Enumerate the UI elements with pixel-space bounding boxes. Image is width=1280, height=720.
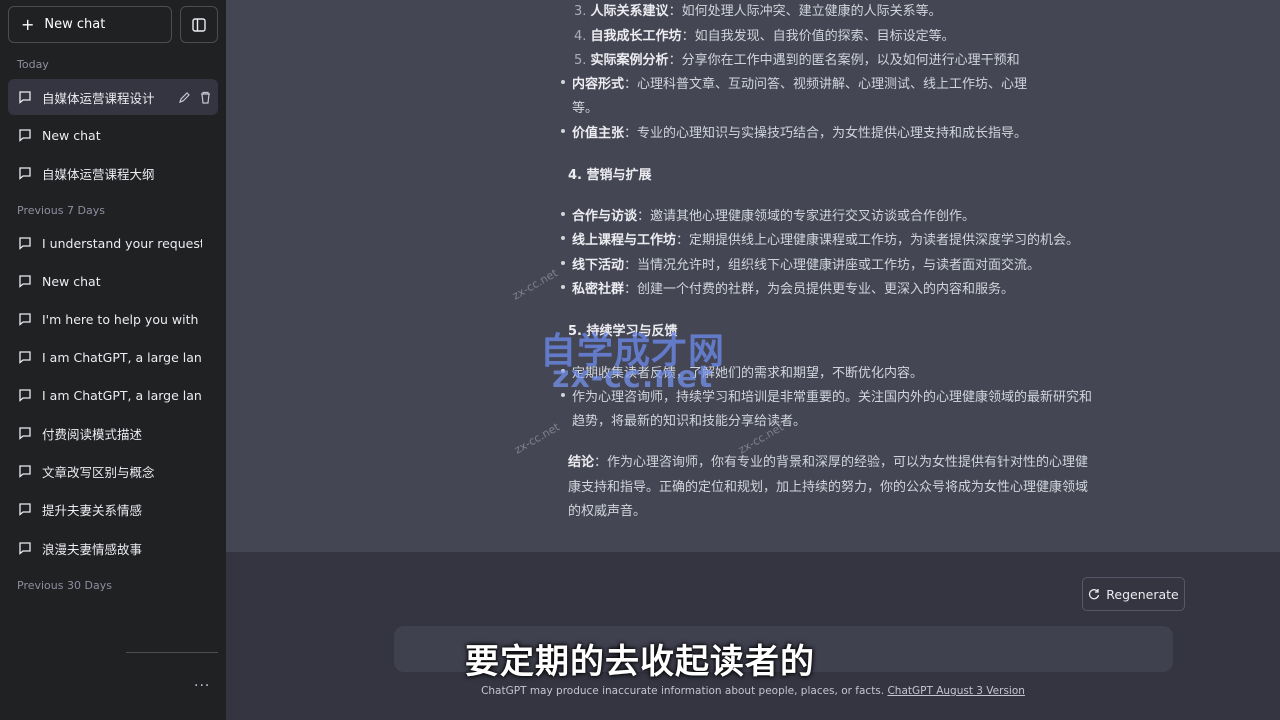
footer-disclaimer: ChatGPT may produce inaccurate informati… — [226, 685, 1280, 697]
chat-bubble-icon — [19, 503, 31, 516]
chat-item-label: 提升夫妻关系情感 — [42, 502, 143, 518]
chat-bubble-icon — [19, 313, 31, 326]
list-item: 5. 实际案例分析：分享你在工作中遇到的匿名案例，以及如何进行心理干预和 — [574, 53, 1020, 68]
regenerate-label: Regenerate — [1106, 586, 1179, 602]
list-item: 4. 自我成长工作坊：如自我发现、自我价值的探索、目标设定等。 — [574, 29, 955, 44]
chat-bubble-icon — [19, 275, 31, 288]
chat-item-label: 文章改写区别与概念 — [42, 464, 155, 480]
chat-item-label: I understand your request. Ple — [42, 235, 202, 251]
chat-item-label: I'm here to help you with your c — [42, 311, 202, 327]
chat-item[interactable]: 浪漫夫妻情感故事 — [8, 530, 218, 566]
chat-item[interactable]: 付费阅读模式描述 — [8, 415, 218, 451]
sidebar: + New chat Today 自媒体运营课程设计 New chat 自媒体运… — [0, 0, 226, 720]
bullet-dot — [561, 129, 565, 133]
chat-item[interactable]: 自媒体运营课程设计 — [8, 79, 218, 115]
edit-icon[interactable] — [178, 91, 191, 104]
assistant-message: 3. 人际关系建议：如何处理人际冲突、建立健康的人际关系等。 4. 自我成长工作… — [226, 0, 1280, 552]
bullet-dot — [561, 80, 565, 84]
conclusion-line: 结论：作为心理咨询师，你有专业的背景和深厚的经验，可以为女性提供有针对性的心理健 — [568, 455, 1089, 470]
conclusion-line: 的权威声音。 — [568, 504, 647, 519]
bullet-dot — [561, 261, 565, 265]
chat-bubble-icon — [19, 389, 31, 402]
chat-item-label: 浪漫夫妻情感故事 — [42, 541, 143, 557]
chat-item-label: I am ChatGPT, a large languag — [42, 387, 202, 403]
chat-item[interactable]: I am ChatGPT, a large languag — [8, 377, 218, 413]
video-subtitle: 要定期的去收起读者的 — [465, 642, 815, 682]
bullet-dot — [561, 212, 565, 216]
toggle-sidebar-button[interactable] — [180, 6, 218, 43]
chat-bubble-icon — [19, 542, 31, 555]
chat-item[interactable]: New chat — [8, 117, 218, 153]
chat-item[interactable]: New chat — [8, 263, 218, 299]
list-item: 私密社群：创建一个付费的社群，为会员提供更专业、更深入的内容和服务。 — [572, 282, 1015, 297]
plus-icon: + — [21, 15, 35, 34]
section-today: Today — [17, 58, 49, 71]
section-heading: 4. 营销与扩展 — [568, 168, 652, 183]
chat-bubble-icon — [19, 465, 31, 478]
chat-item[interactable]: 提升夫妻关系情感 — [8, 491, 218, 527]
chat-item-label: New chat — [42, 127, 101, 143]
new-chat-label: New chat — [44, 17, 106, 32]
chat-item-label: I am ChatGPT, a large languag — [42, 349, 202, 365]
conclusion-line: 康支持和指导。正确的定位和规划，加上持续的努力，你的公众号将成为女性心理健康领域 — [568, 480, 1089, 495]
refresh-icon — [1089, 589, 1100, 600]
bullet-dot — [561, 236, 565, 240]
new-chat-button[interactable]: + New chat — [8, 6, 172, 43]
list-item: 线上课程与工作坊：定期提供线上心理健康课程或工作坊，为读者提供深度学习的机会。 — [572, 233, 1080, 248]
chat-item-label: 自媒体运营课程设计 — [42, 90, 155, 106]
version-link[interactable]: ChatGPT August 3 Version — [887, 685, 1024, 697]
chat-bubble-icon — [19, 237, 31, 250]
main-panel: 3. 人际关系建议：如何处理人际冲突、建立健康的人际关系等。 4. 自我成长工作… — [226, 0, 1280, 720]
chat-item-label: 自媒体运营课程大纲 — [42, 166, 155, 182]
section-previous-7-days: Previous 7 Days — [17, 204, 105, 217]
regenerate-button[interactable]: Regenerate — [1082, 577, 1185, 611]
chat-item[interactable]: I understand your request. Ple — [8, 225, 218, 261]
list-item: 线下活动：当情况允许时，组织线下心理健康讲座或工作坊，与读者面对面交流。 — [572, 258, 1041, 273]
chat-bubble-icon — [19, 427, 31, 440]
sidebar-toggle-icon — [192, 17, 206, 32]
disclaimer-text: ChatGPT may produce inaccurate informati… — [481, 685, 888, 697]
list-item: 内容形式：心理科普文章、互动问答、视频讲解、心理测试、线上工作坊、心理 — [572, 77, 1028, 92]
section-previous-30-days: Previous 30 Days — [17, 579, 112, 592]
list-item: 合作与访谈：邀请其他心理健康领域的专家进行交叉访谈或合作创作。 — [572, 209, 976, 224]
chat-item[interactable]: 自媒体运营课程大纲 — [8, 155, 218, 191]
chat-bubble-icon — [19, 351, 31, 364]
chat-item[interactable]: 文章改写区别与概念 — [8, 453, 218, 489]
list-item-continuation: 等。 — [572, 101, 599, 116]
list-item: 价值主张：专业的心理知识与实操技巧结合，为女性提供心理支持和成长指导。 — [572, 126, 1028, 141]
list-item: 3. 人际关系建议：如何处理人际冲突、建立健康的人际关系等。 — [574, 4, 942, 19]
chat-item[interactable]: I'm here to help you with your c — [8, 301, 218, 337]
watermark-logo-url: zx-cc.net — [552, 360, 714, 395]
chat-bubble-icon — [19, 91, 31, 104]
chat-bubble-icon — [19, 167, 31, 180]
chat-bubble-icon — [19, 129, 31, 142]
chat-item-label: 付费阅读模式描述 — [42, 426, 143, 442]
delete-icon[interactable] — [199, 91, 212, 104]
bullet-dot — [561, 285, 565, 289]
chat-item[interactable]: I am ChatGPT, a large languag — [8, 339, 218, 375]
chat-item-label: New chat — [42, 273, 101, 289]
